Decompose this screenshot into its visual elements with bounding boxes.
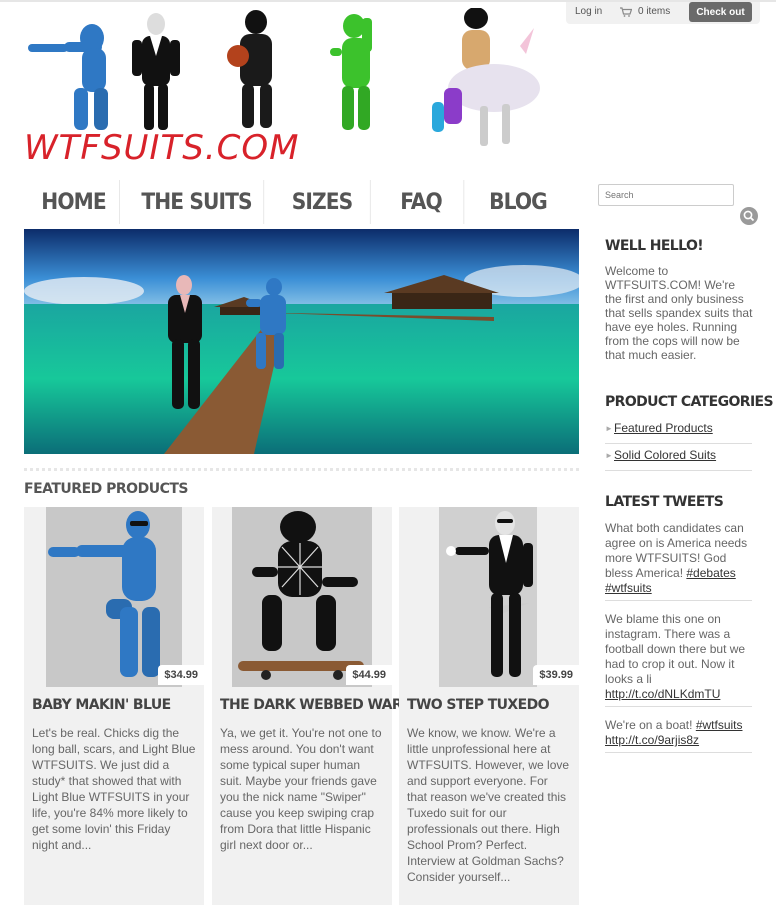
- tweet-item: We blame this one on instagram. There wa…: [605, 612, 752, 707]
- search-button[interactable]: [740, 207, 758, 225]
- nav-faq[interactable]: FAQ: [379, 180, 465, 224]
- arrow-icon: ►: [605, 424, 613, 433]
- logo-text: WTFSUITS.COM: [24, 128, 300, 168]
- checkout-button[interactable]: Check out: [689, 2, 752, 22]
- product-card[interactable]: $34.99 BABY MAKIN' BLUE Let's be real. C…: [24, 507, 204, 905]
- unicorn-rider-figure: [432, 8, 540, 146]
- nav-home[interactable]: HOME: [28, 180, 120, 224]
- tweet-item: What both candidates can agree on is Ame…: [605, 521, 752, 601]
- tuxedo-suit-figure: [132, 13, 180, 130]
- category-label[interactable]: Featured Products: [614, 421, 713, 435]
- welcome-heading: WELL HELLO!: [605, 238, 704, 254]
- product-description: We know, we know. We're a little unprofe…: [407, 726, 570, 884]
- nav-the-suits[interactable]: THE SUITS: [130, 180, 265, 224]
- product-title[interactable]: BABY MAKIN' BLUE: [32, 697, 171, 713]
- category-link-featured[interactable]: ► Featured Products: [605, 418, 752, 444]
- product-categories-heading: PRODUCT CATEGORIES: [605, 394, 774, 410]
- featured-products-heading: FEATURED PRODUCTS: [24, 481, 188, 497]
- tweet-text: We blame this one on instagram. There wa…: [605, 612, 746, 686]
- tweet-item: We're on a boat! #wtfsuits http://t.co/9…: [605, 718, 752, 753]
- hero-banner[interactable]: [24, 229, 579, 454]
- nav-blog[interactable]: BLOG: [472, 180, 564, 224]
- blue-suit-figure: [28, 24, 108, 130]
- section-divider: [24, 468, 579, 471]
- arrow-icon: ►: [605, 451, 613, 460]
- product-price: $44.99: [346, 665, 392, 685]
- product-description: Ya, we get it. You're not one to mess ar…: [220, 726, 382, 852]
- nav-sizes[interactable]: SIZES: [274, 180, 371, 224]
- product-card[interactable]: $39.99 TWO STEP TUXEDO We know, we know.…: [399, 507, 579, 905]
- tweet-link[interactable]: #debates: [686, 566, 735, 580]
- product-image-blue-suit[interactable]: [46, 507, 182, 687]
- search-icon: [743, 210, 755, 222]
- product-price: $39.99: [533, 665, 579, 685]
- tweet-link[interactable]: #wtfsuits: [696, 718, 743, 732]
- welcome-text: Welcome to WTFSUITS.COM! We're the first…: [605, 264, 753, 362]
- latest-tweets-heading: LATEST TWEETS: [605, 494, 724, 510]
- product-price: $34.99: [158, 665, 204, 685]
- login-link[interactable]: Log in: [575, 6, 602, 17]
- main-nav: HOME THE SUITS SIZES FAQ BLOG: [24, 180, 580, 224]
- product-image-spider-suit[interactable]: [232, 507, 372, 687]
- cart-link[interactable]: 0 items: [620, 6, 670, 17]
- cart-count: 0 items: [638, 6, 671, 17]
- product-title[interactable]: TWO STEP TUXEDO: [407, 697, 550, 713]
- product-image-tuxedo-suit[interactable]: [439, 507, 537, 687]
- product-description: Let's be real. Chicks dig the long ball,…: [32, 726, 196, 852]
- product-card[interactable]: $44.99 THE DARK WEBBED WARRIOR Ya, we ge…: [212, 507, 439, 905]
- category-label[interactable]: Solid Colored Suits: [614, 448, 716, 462]
- cart-icon: [620, 6, 632, 17]
- green-suit-figure: [330, 14, 372, 130]
- tweet-text: We're on a boat!: [605, 718, 693, 732]
- category-link-solid[interactable]: ► Solid Colored Suits: [605, 445, 752, 471]
- tweet-link[interactable]: http://t.co/dNLKdmTU: [605, 687, 720, 701]
- tweet-link[interactable]: http://t.co/9arjis8z: [605, 733, 699, 747]
- search-input[interactable]: [598, 184, 734, 206]
- black-suit-figure: [227, 10, 272, 128]
- tweet-link[interactable]: #wtfsuits: [605, 581, 652, 595]
